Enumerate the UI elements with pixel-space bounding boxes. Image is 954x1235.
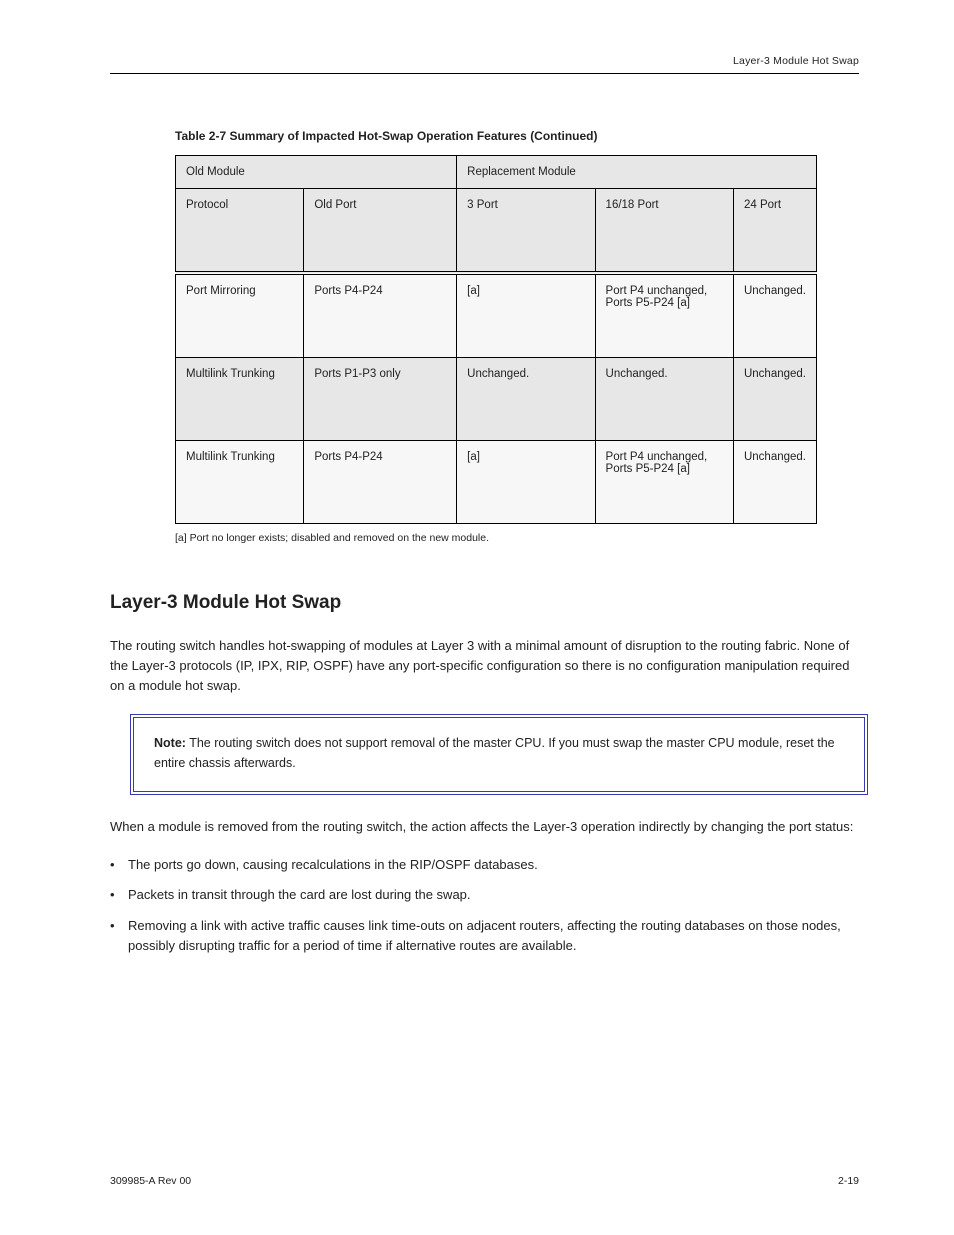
col-24port: 24 Port bbox=[733, 189, 816, 274]
table-row: Port Mirroring Ports P4-P24 [a] Port P4 … bbox=[176, 273, 817, 358]
cell: Ports P1-P3 only bbox=[304, 358, 457, 441]
section-p2: When a module is removed from the routin… bbox=[110, 817, 859, 837]
list-item: • The ports go down, causing recalculati… bbox=[110, 855, 859, 875]
table-wrap: Table 2-7 Summary of Impacted Hot-Swap O… bbox=[175, 129, 817, 544]
cell: Multilink Trunking bbox=[176, 358, 304, 441]
list-text: Removing a link with active traffic caus… bbox=[128, 916, 859, 956]
table-footnote: [a] Port no longer exists; disabled and … bbox=[175, 532, 817, 544]
cell: Unchanged. bbox=[733, 441, 816, 524]
col-group-old: Old Module bbox=[176, 156, 457, 189]
hot-swap-table: Old Module Replacement Module Protocol O… bbox=[175, 155, 817, 524]
section-heading: Layer-3 Module Hot Swap bbox=[110, 592, 859, 614]
cell: Unchanged. bbox=[457, 358, 595, 441]
cell: Multilink Trunking bbox=[176, 441, 304, 524]
table-row: Multilink Trunking Ports P4-P24 [a] Port… bbox=[176, 441, 817, 524]
cell: Ports P4-P24 bbox=[304, 441, 457, 524]
footer-left: 309985-A Rev 00 bbox=[110, 1175, 191, 1187]
col-group-replacement: Replacement Module bbox=[457, 156, 817, 189]
cell: Unchanged. bbox=[733, 358, 816, 441]
cell: Port Mirroring bbox=[176, 273, 304, 358]
col-oldport: Old Port bbox=[304, 189, 457, 274]
note-text: The routing switch does not support remo… bbox=[154, 736, 835, 769]
list-item: • Removing a link with active traffic ca… bbox=[110, 916, 859, 956]
footer-right: 2-19 bbox=[838, 1175, 859, 1187]
col-1618port: 16/18 Port bbox=[595, 189, 733, 274]
section-p1: The routing switch handles hot-swapping … bbox=[110, 636, 859, 696]
list-text: Packets in transit through the card are … bbox=[128, 885, 471, 905]
cell: [a] bbox=[457, 441, 595, 524]
running-head: Layer-3 Module Hot Swap bbox=[110, 55, 859, 74]
col-protocol: Protocol bbox=[176, 189, 304, 274]
note-box: Note: The routing switch does not suppor… bbox=[130, 714, 868, 795]
list-item: • Packets in transit through the card ar… bbox=[110, 885, 859, 905]
cell: Unchanged. bbox=[595, 358, 733, 441]
table-row: Old Module Replacement Module bbox=[176, 156, 817, 189]
cell: Port P4 unchanged, Ports P5-P24 [a] bbox=[595, 441, 733, 524]
cell: Port P4 unchanged, Ports P5-P24 [a] bbox=[595, 273, 733, 358]
list-text: The ports go down, causing recalculation… bbox=[128, 855, 538, 875]
bullet-icon: • bbox=[110, 885, 128, 905]
bullet-icon: • bbox=[110, 916, 128, 956]
table-row: Protocol Old Port 3 Port 16/18 Port 24 P… bbox=[176, 189, 817, 274]
bullet-icon: • bbox=[110, 855, 128, 875]
table-caption: Table 2-7 Summary of Impacted Hot-Swap O… bbox=[175, 129, 817, 143]
cell: Unchanged. bbox=[733, 273, 816, 358]
table-row: Multilink Trunking Ports P1-P3 only Unch… bbox=[176, 358, 817, 441]
col-3port: 3 Port bbox=[457, 189, 595, 274]
running-head-right: Layer-3 Module Hot Swap bbox=[733, 55, 859, 73]
cell: [a] bbox=[457, 273, 595, 358]
cell: Ports P4-P24 bbox=[304, 273, 457, 358]
note-label: Note: bbox=[154, 736, 186, 750]
footer: 309985-A Rev 00 2-19 bbox=[110, 1175, 859, 1187]
